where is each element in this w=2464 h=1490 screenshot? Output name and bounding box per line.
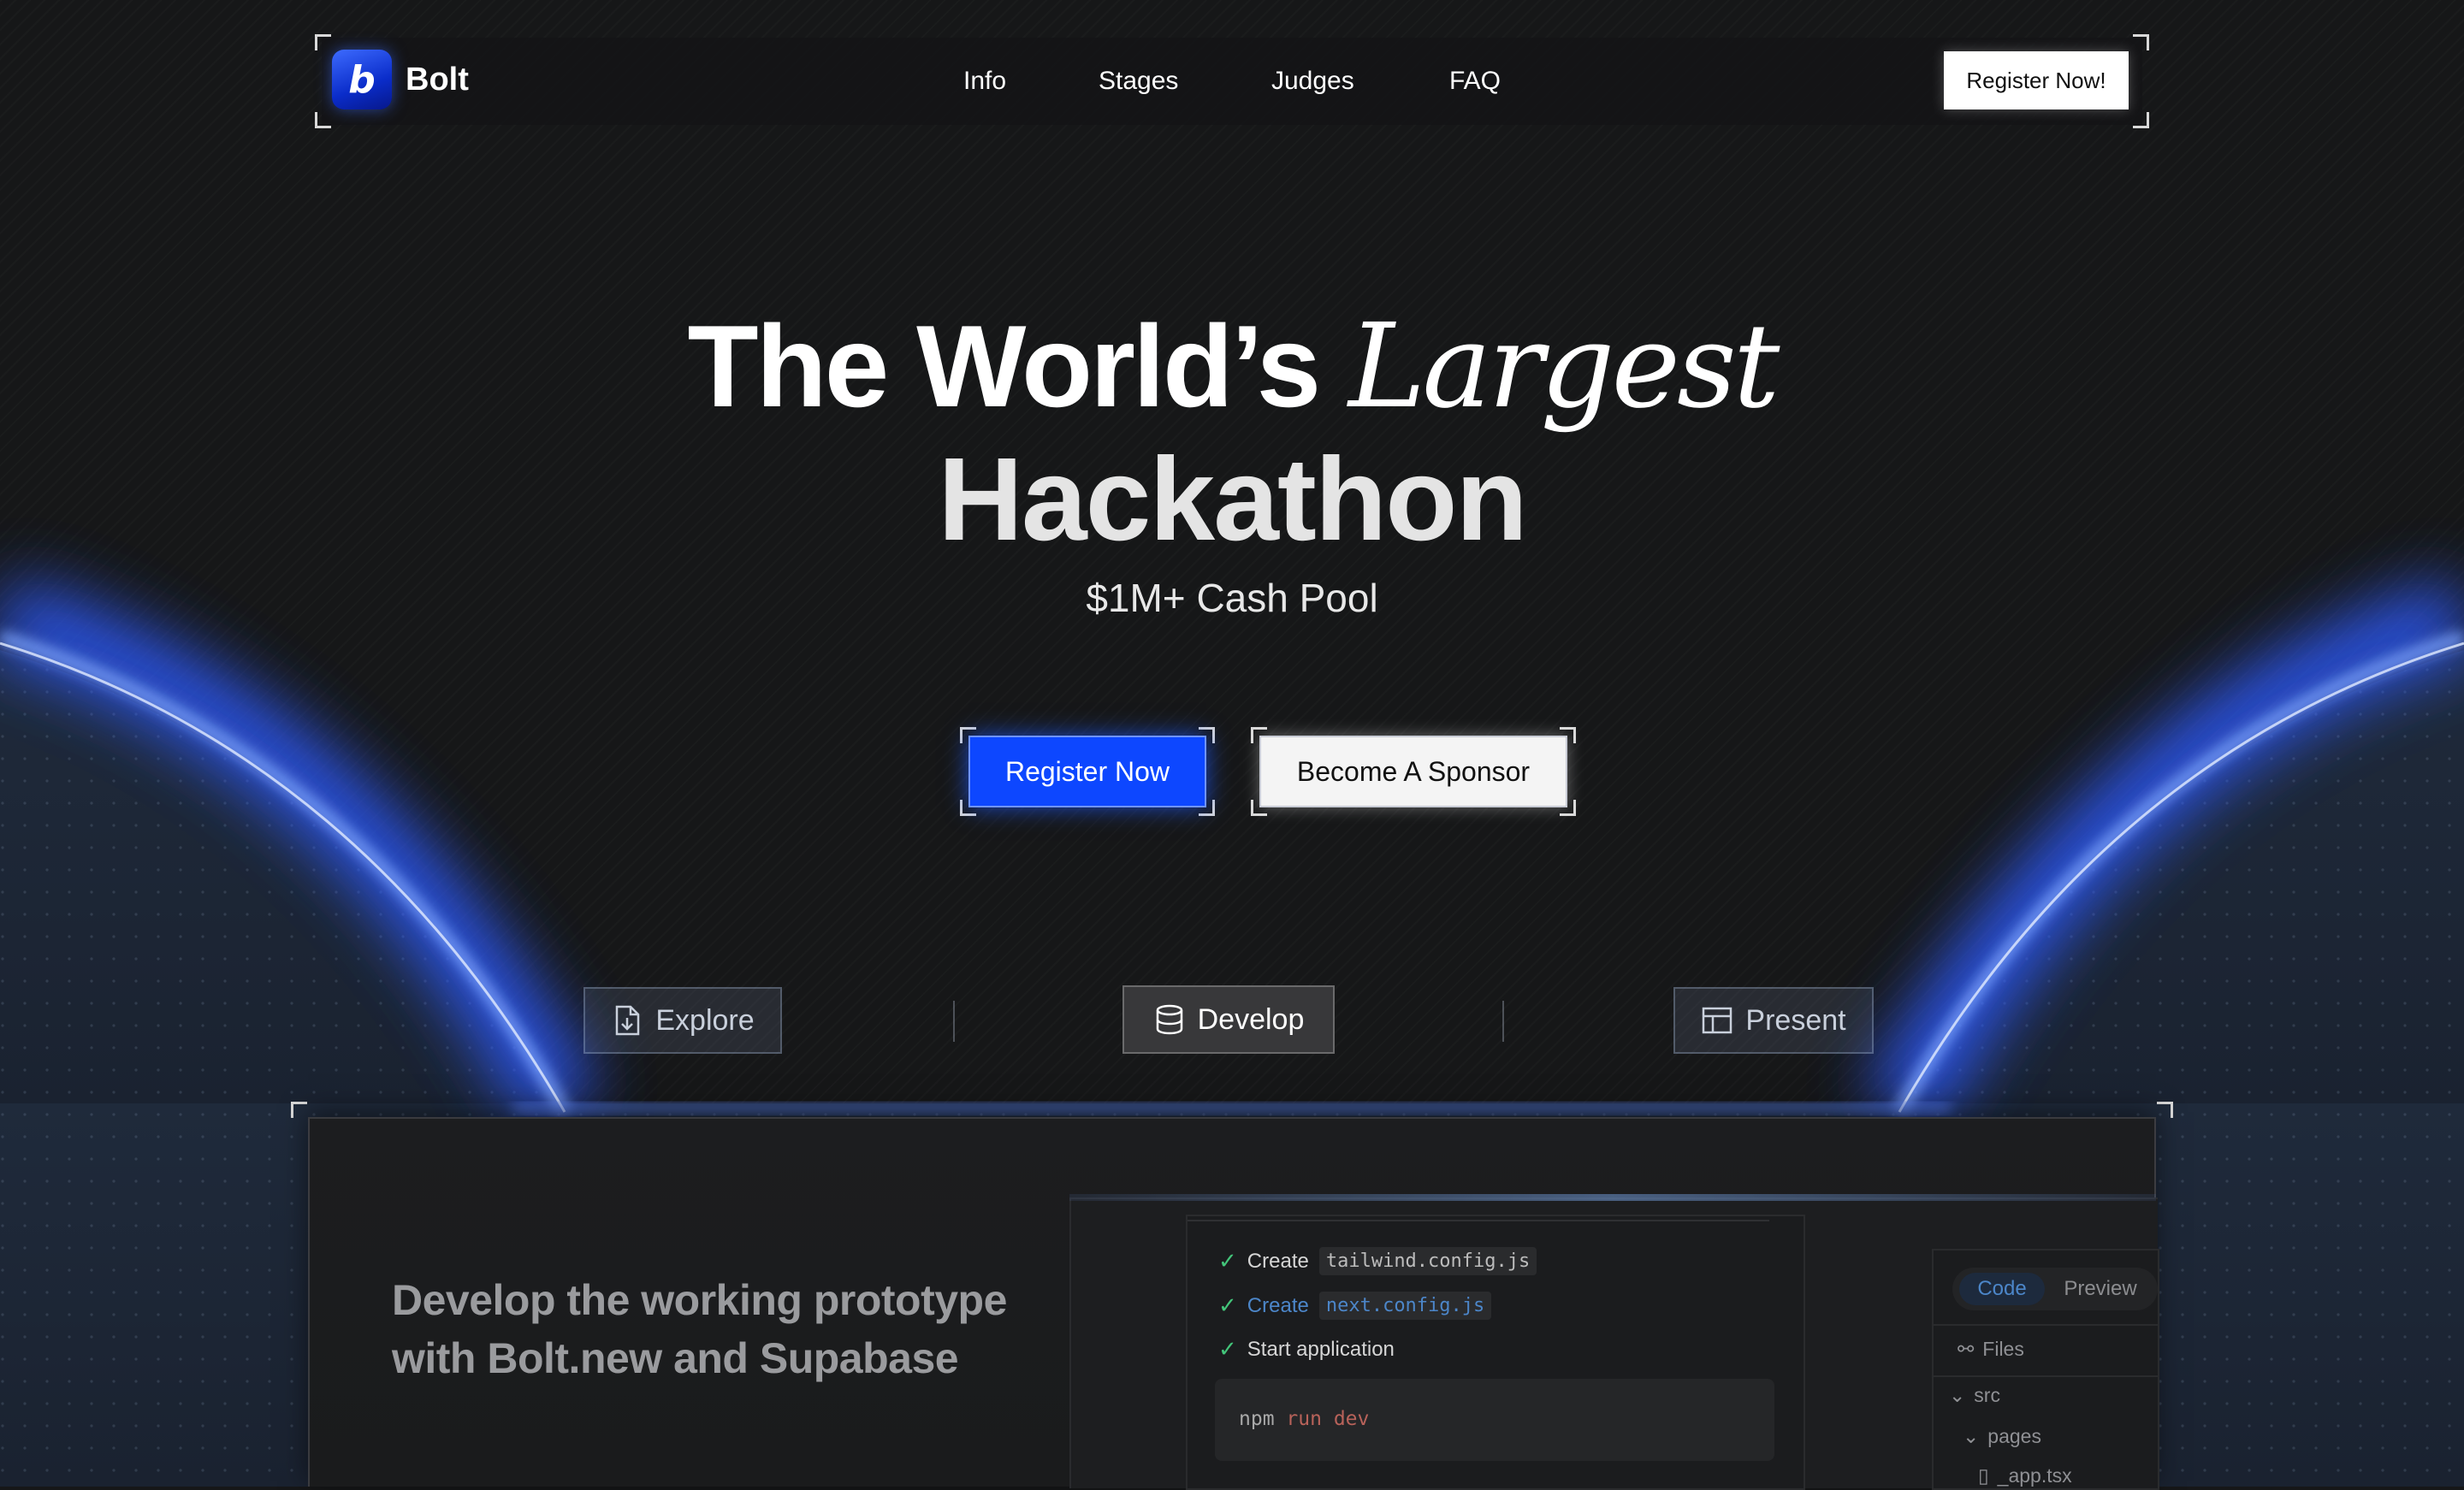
step-create-tailwind: ✓ Create tailwind.config.js — [1218, 1247, 1537, 1275]
check-icon: ✓ — [1218, 1292, 1237, 1318]
tree-item-pages[interactable]: ⌄ pages — [1963, 1425, 2041, 1448]
build-steps: ✓ Create tailwind.config.js ✓ Create nex… — [1186, 1215, 1805, 1490]
nav-link-faq[interactable]: FAQ — [1449, 67, 1501, 96]
files-icon: ⚯ — [1958, 1338, 1975, 1360]
check-icon: ✓ — [1218, 1336, 1237, 1362]
register-now-button[interactable]: Register Now — [968, 736, 1206, 807]
bolt-logo-icon[interactable]: b — [332, 50, 392, 109]
tab-develop[interactable]: Develop — [1122, 985, 1335, 1054]
nav-register-button[interactable]: Register Now! — [1944, 51, 2129, 109]
database-icon — [1153, 1003, 1186, 1036]
layout-icon — [1701, 1004, 1733, 1037]
navbar — [315, 34, 2149, 128]
tab-explore-label: Explore — [655, 1003, 755, 1037]
register-now-frame: Register Now — [960, 727, 1215, 816]
hero-title-line2: Hackathon — [938, 434, 1528, 565]
file-download-icon — [611, 1004, 643, 1037]
brand-name[interactable]: Bolt — [406, 62, 469, 98]
tab-separator — [953, 1001, 955, 1042]
tab-present-label: Present — [1745, 1003, 1846, 1037]
chevron-down-icon: ⌄ — [1963, 1425, 1980, 1447]
become-sponsor-button[interactable]: Become A Sponsor — [1259, 736, 1567, 807]
terminal: npm run dev — [1215, 1379, 1774, 1461]
nav-link-judges[interactable]: Judges — [1271, 67, 1354, 96]
code-preview-toggle: Code Preview — [1952, 1268, 2158, 1310]
files-header: ⚯ Files — [1958, 1338, 2024, 1360]
tab-present[interactable]: Present — [1673, 987, 1874, 1054]
tab-explore[interactable]: Explore — [583, 987, 782, 1054]
tree-item-src[interactable]: ⌄ src — [1949, 1384, 2000, 1407]
hero-subtitle: $1M+ Cash Pool — [1086, 576, 1378, 620]
file-sidebar: Code Preview ⚯ Files ⌄ src ⌄ pages ▯ _app.ts… — [1932, 1249, 2159, 1490]
tab-develop-label: Develop — [1197, 1002, 1305, 1036]
become-sponsor-frame: Become A Sponsor — [1251, 727, 1576, 816]
nav-link-info[interactable]: Info — [963, 67, 1006, 96]
preview-tab[interactable]: Preview — [2053, 1273, 2147, 1305]
code-tab[interactable]: Code — [1959, 1273, 2045, 1305]
nav-link-stages[interactable]: Stages — [1099, 67, 1178, 96]
tab-separator — [1502, 1001, 1504, 1042]
chevron-down-icon: ⌄ — [1949, 1384, 1966, 1406]
panel-headline: Develop the working prototype with Bolt.… — [392, 1276, 1007, 1382]
mockup-highlight — [1069, 1194, 2156, 1201]
step-create-next: ✓ Create next.config.js — [1218, 1292, 1492, 1320]
hero-title: The World’s Largest — [687, 299, 1780, 435]
step-start-application: ✓ Start application — [1218, 1336, 1395, 1362]
check-icon: ✓ — [1218, 1248, 1237, 1274]
tree-item-app[interactable]: ▯ _app.tsx — [1978, 1464, 2072, 1487]
hero-title-italic: Largest — [1348, 299, 1780, 435]
file-icon: ▯ — [1978, 1464, 1989, 1487]
